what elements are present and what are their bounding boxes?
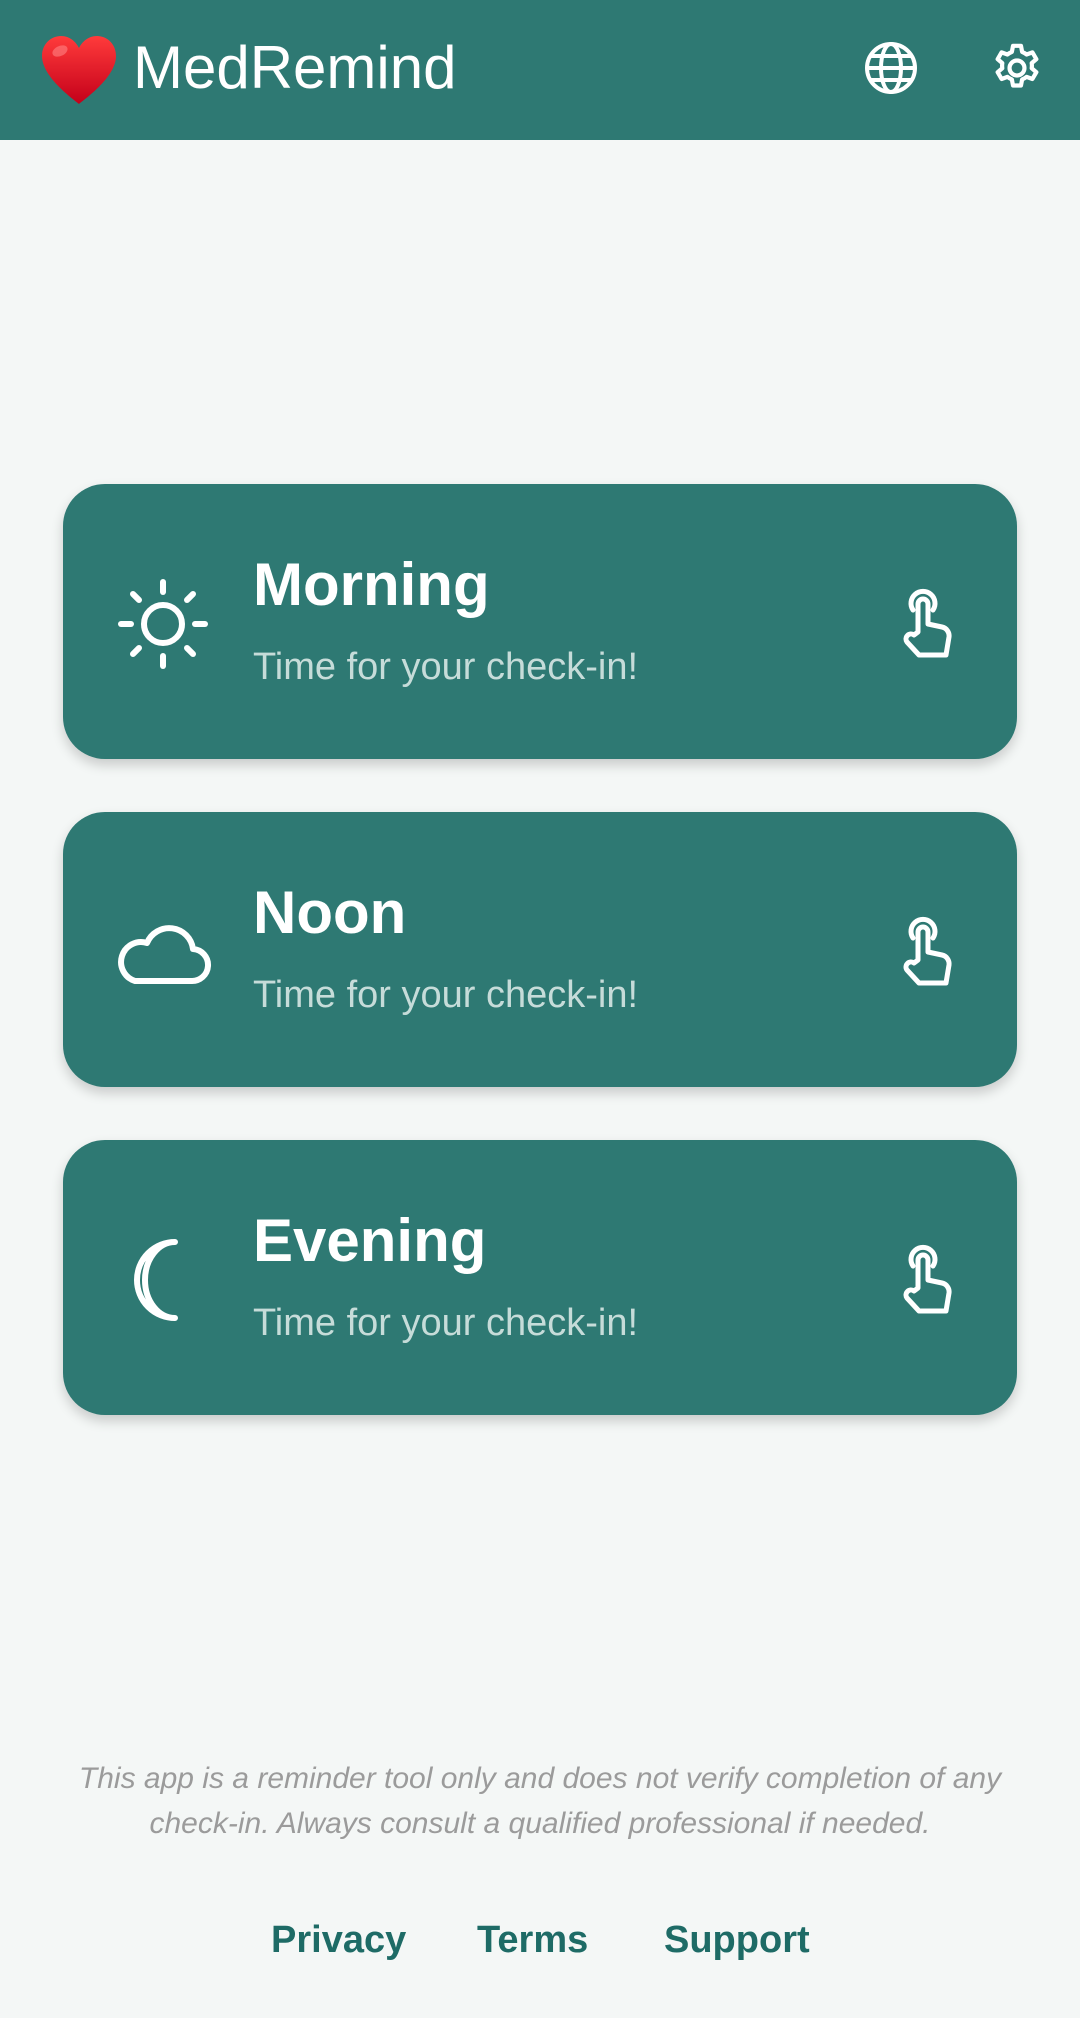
card-subtitle: Time for your check-in! — [253, 1302, 639, 1344]
card-subtitle: Time for your check-in! — [253, 646, 639, 688]
noon-card[interactable]: Noon Time for your check-in! — [63, 812, 1017, 1087]
tap-icon[interactable] — [889, 1240, 969, 1320]
privacy-link[interactable]: Privacy — [271, 1912, 406, 1968]
app-title: MedRemind — [133, 34, 457, 101]
moon-icon — [113, 1230, 213, 1330]
card-title: Noon — [253, 879, 407, 946]
card-subtitle: Time for your check-in! — [253, 974, 639, 1016]
cloud-icon — [113, 902, 213, 1002]
settings-button[interactable] — [977, 30, 1057, 110]
card-title: Morning — [253, 551, 490, 618]
footer-links: Privacy Terms Support — [0, 1912, 1080, 1972]
app-bar: MedRemind — [0, 0, 1080, 140]
morning-card[interactable]: Morning Time for your check-in! — [63, 484, 1017, 759]
terms-link[interactable]: Terms — [477, 1912, 588, 1968]
tap-icon[interactable] — [889, 584, 969, 664]
gear-icon — [989, 40, 1045, 101]
heart-icon — [40, 34, 118, 106]
tap-icon[interactable] — [889, 912, 969, 992]
globe-icon — [863, 40, 919, 101]
disclaimer-text: This app is a reminder tool only and doe… — [78, 1762, 1002, 1840]
evening-card[interactable]: Evening Time for your check-in! — [63, 1140, 1017, 1415]
language-button[interactable] — [851, 30, 931, 110]
sun-icon — [113, 574, 213, 674]
support-link[interactable]: Support — [664, 1912, 810, 1968]
card-title: Evening — [253, 1207, 487, 1274]
